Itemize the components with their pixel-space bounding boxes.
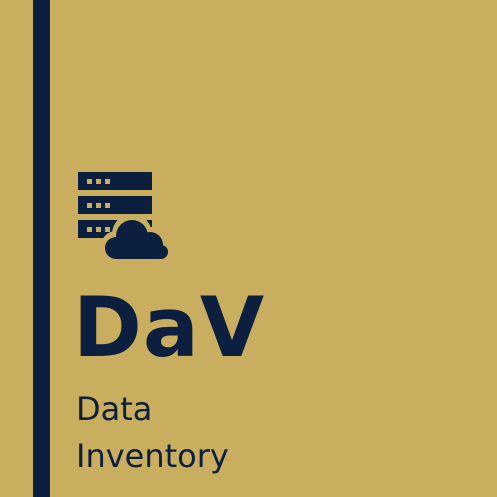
- logo-tile: DaV Data Inventory: [0, 0, 497, 497]
- accent-stripe: [33, 0, 50, 497]
- server-cloud-icon: [78, 172, 168, 264]
- brand-subtitle-line-1: Data: [76, 390, 153, 428]
- brand-subtitle-line-2: Inventory: [76, 437, 229, 475]
- brand-acronym: DaV: [73, 279, 266, 376]
